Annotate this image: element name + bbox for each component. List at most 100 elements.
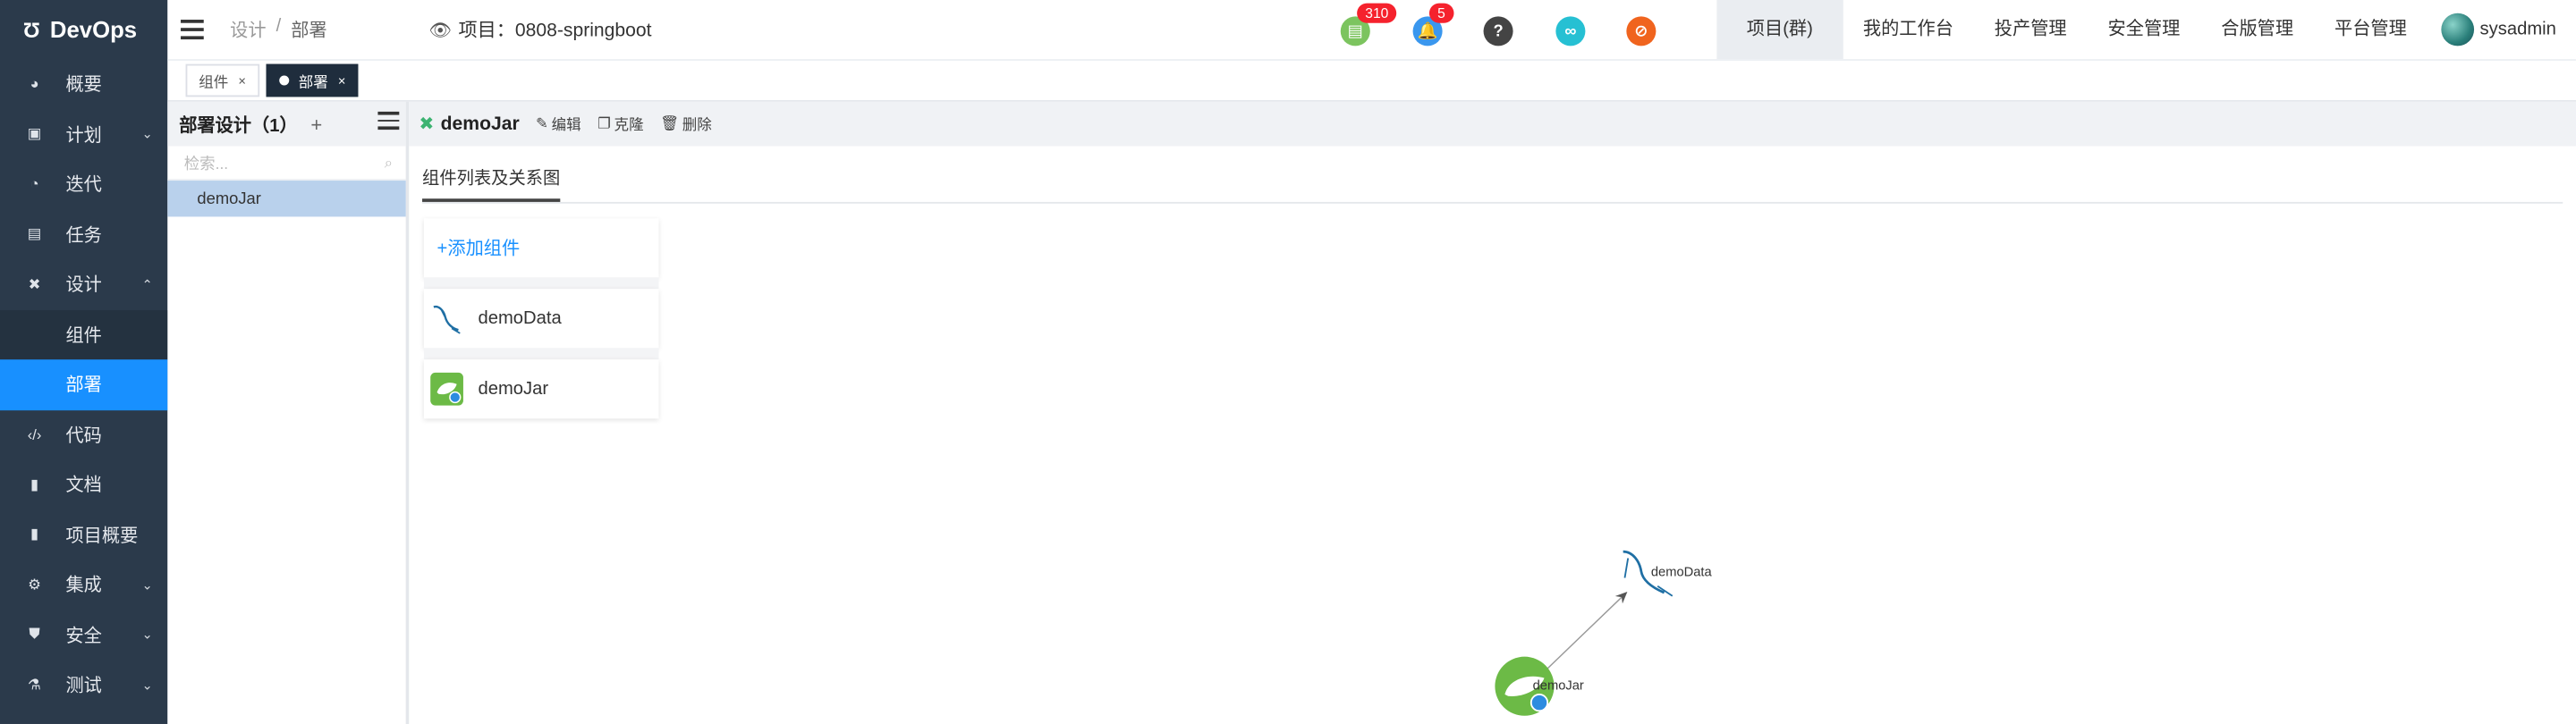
bell-icon: 🔔	[1417, 21, 1438, 40]
sidebar-item-plan[interactable]: ▣ 计划 ⌄	[0, 109, 167, 159]
top-nav-workbench[interactable]: 我的工作台	[1843, 0, 1974, 59]
springboot-icon	[428, 371, 464, 407]
sidebar-item-summary[interactable]: ▮ 项目概要	[0, 509, 167, 560]
sidebar-item-test[interactable]: ⚗ 测试 ⌄	[0, 660, 167, 710]
sidebar-item-label: 概要	[65, 75, 102, 96]
copy-icon: ❐	[597, 114, 611, 131]
sidebar-item-label: 部署	[65, 376, 102, 397]
breadcrumb: 设计 / 部署	[230, 16, 326, 42]
top-header: 设计 / 部署 👁 项目：0808-springboot ▤ 310 🔔 5 ?…	[167, 0, 2576, 61]
search-input[interactable]: 检索... ⌕	[167, 146, 406, 181]
main-header: ✖ demoJar ✎ 编辑 ❐ 克隆 🗑 删除	[409, 101, 2576, 147]
document-icon: ▮	[30, 476, 39, 492]
sidebar-item-label: 组件	[65, 326, 102, 347]
sidebar-item-iteration[interactable]: ◔ 迭代	[0, 159, 167, 209]
top-nav-security[interactable]: 安全管理	[2088, 0, 2201, 59]
calendar-icon: ▣	[27, 125, 42, 142]
action-label: 克隆	[614, 116, 644, 133]
breadcrumb-separator: /	[275, 16, 282, 37]
sidebar-item-deploy[interactable]: 部署	[0, 359, 168, 410]
close-icon[interactable]: ×	[238, 73, 246, 88]
main-panel: ✖ demoJar ✎ 编辑 ❐ 克隆 🗑 删除 组件列表及关系图 +添加组件	[409, 101, 2576, 724]
block-button[interactable]: ⊘	[1626, 16, 1657, 46]
task-icon: ▤	[27, 225, 42, 242]
sidebar-item-label: 任务	[65, 226, 102, 247]
project-selector[interactable]: 👁 项目：0808-springboot	[428, 16, 651, 42]
user-menu[interactable]: sysadmin	[2428, 13, 2576, 46]
integration-icon: ⚙	[28, 576, 41, 593]
tab-deploy[interactable]: 部署 ×	[265, 63, 360, 97]
tab-label: 组件	[199, 72, 229, 90]
mysql-icon	[428, 300, 464, 336]
graph-node-label: demoJar	[1533, 678, 1584, 693]
notification-count-badge: 5	[1428, 3, 1453, 23]
sidebar-item-task[interactable]: ▤ 任务	[0, 209, 167, 259]
delete-button[interactable]: 🗑 删除	[660, 114, 712, 135]
divider	[423, 348, 659, 360]
question-icon: ?	[1493, 21, 1504, 40]
tab-component-graph[interactable]: 组件列表及关系图	[422, 166, 561, 202]
sidebar-item-integration[interactable]: ⚙ 集成 ⌄	[0, 560, 167, 610]
devops-logo-icon: Ʊ	[22, 17, 40, 42]
tab-component[interactable]: 组件 ×	[185, 63, 259, 97]
graph-node-label: demoData	[1651, 566, 1713, 580]
sidebar-item-security[interactable]: ⛊ 安全 ⌄	[0, 610, 167, 660]
brand-name: DevOps	[49, 16, 138, 43]
active-dot-icon	[278, 75, 289, 86]
link-button[interactable]: ∞	[1555, 16, 1586, 46]
chevron-down-icon: ⌄	[141, 126, 153, 142]
top-nav-release[interactable]: 投产管理	[1974, 0, 2088, 59]
code-icon: ‹/›	[27, 426, 42, 443]
list-item[interactable]: demoJar	[167, 181, 406, 217]
top-nav-projects[interactable]: 项目(群)	[1716, 0, 1843, 60]
avatar	[2440, 13, 2474, 46]
no-entry-icon: ⊘	[1634, 21, 1648, 40]
sidebar-item-label: 集成	[65, 577, 102, 597]
sidebar-item-label: 设计	[65, 276, 102, 297]
clone-button[interactable]: ❐ 克隆	[597, 114, 644, 135]
iteration-icon: ◔	[30, 175, 39, 193]
sidebar-item-label: 安全	[65, 627, 102, 647]
sidebar-item-component[interactable]: 组件	[0, 309, 168, 360]
sidebar-item-document[interactable]: ▮ 文档	[0, 459, 167, 509]
notification-button[interactable]: 🔔 5	[1412, 3, 1453, 46]
close-icon[interactable]: ×	[338, 73, 346, 88]
sidebar-item-label: 测试	[65, 677, 102, 697]
sidebar-item-design[interactable]: ✖ 设计 ⌃	[0, 259, 167, 309]
component-list: +添加组件 demoData demoJar	[423, 218, 659, 419]
sidebar-item-label: 文档	[65, 476, 102, 497]
deployment-title: ✖ demoJar	[419, 114, 519, 135]
link-icon: ∞	[1564, 21, 1577, 40]
add-component-button[interactable]: +添加组件	[423, 218, 659, 278]
chevron-down-icon: ⌄	[141, 627, 153, 643]
design-icon: ✖	[28, 275, 41, 292]
list-item-label: demoJar	[197, 189, 261, 208]
top-nav-merge[interactable]: 合版管理	[2200, 0, 2314, 59]
menu-toggle-icon[interactable]	[181, 20, 204, 40]
list-item[interactable]: demoJar	[423, 359, 659, 419]
add-icon[interactable]: +	[310, 113, 322, 136]
sidebar-item-overview[interactable]: ◕ 概要	[0, 59, 167, 109]
shield-icon: ⛊	[29, 626, 40, 643]
brand[interactable]: Ʊ DevOps	[0, 0, 167, 59]
edit-button[interactable]: ✎ 编辑	[536, 114, 581, 135]
chevron-down-icon: ⌄	[141, 577, 153, 593]
clipboard-icon: ▤	[1347, 21, 1363, 40]
breadcrumb-item: 部署	[291, 21, 327, 41]
menu-icon[interactable]	[377, 111, 400, 130]
top-nav-platform[interactable]: 平台管理	[2314, 0, 2428, 59]
eye-icon: 👁	[428, 20, 453, 40]
panel-header: 部署设计（1） +	[167, 101, 406, 147]
breadcrumb-item[interactable]: 设计	[230, 16, 266, 42]
deployment-name: demoJar	[440, 114, 520, 134]
top-nav: 项目(群) 我的工作台 投产管理 安全管理 合版管理 平台管理 sysadmin	[1716, 0, 2576, 60]
summary-icon: ▮	[30, 526, 39, 543]
task-list-button[interactable]: ▤ 310	[1340, 3, 1397, 46]
help-button[interactable]: ?	[1483, 16, 1513, 46]
list-item[interactable]: demoData	[423, 289, 659, 349]
task-count-badge: 310	[1357, 3, 1397, 23]
sidebar: Ʊ DevOps ◕ 概要 ▣ 计划 ⌄ ◔ 迭代 ▤ 任务 ✖ 设计 ⌃ 组件	[0, 0, 168, 724]
sidebar-item-code[interactable]: ‹/› 代码	[0, 409, 167, 459]
open-tabs-bar: 组件 × 部署 ×	[167, 60, 2576, 102]
deploy-design-panel: 部署设计（1） + 检索... ⌕ demoJar	[167, 101, 410, 724]
